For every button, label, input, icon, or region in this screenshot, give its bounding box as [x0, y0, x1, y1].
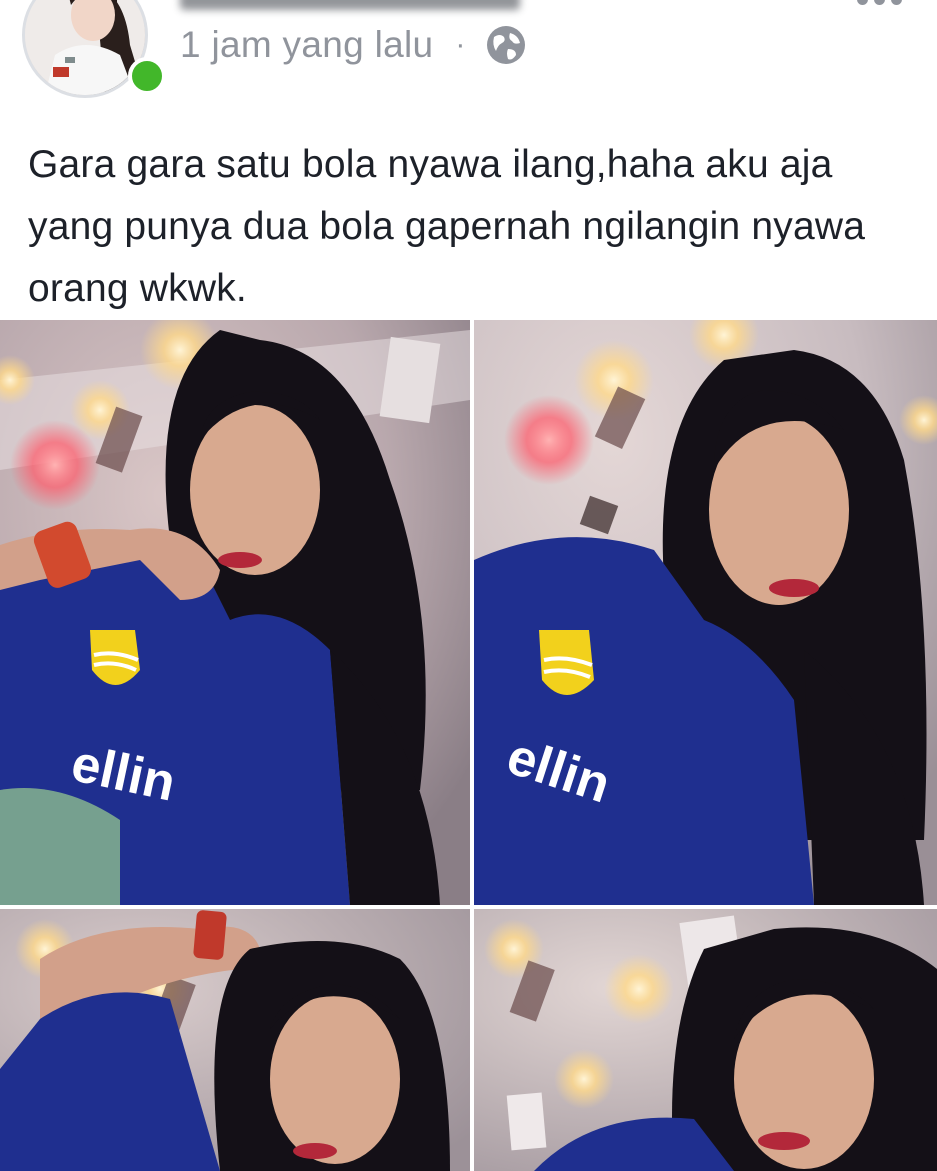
- photo-2[interactable]: ellin: [474, 320, 937, 905]
- online-status-indicator: [128, 57, 166, 95]
- avatar-image: [25, 0, 145, 95]
- photo-grid: ellin ellin: [0, 320, 937, 1171]
- post-meta: 1 jam yang lalu ·: [180, 20, 528, 70]
- post-text: Gara gara satu bola nyawa ilang,haha aku…: [28, 143, 866, 310]
- photo-3[interactable]: [0, 909, 470, 1171]
- photo-4[interactable]: [474, 909, 937, 1171]
- meta-separator: ·: [455, 28, 466, 61]
- post-timestamp[interactable]: 1 jam yang lalu: [180, 24, 433, 66]
- more-options-icon[interactable]: [857, 0, 917, 6]
- author-name-cropped[interactable]: [180, 0, 520, 10]
- photo-1[interactable]: ellin: [0, 320, 470, 905]
- globe-icon[interactable]: [484, 23, 528, 67]
- profile-avatar[interactable]: [22, 0, 166, 98]
- post-header: 1 jam yang lalu ·: [0, 0, 937, 110]
